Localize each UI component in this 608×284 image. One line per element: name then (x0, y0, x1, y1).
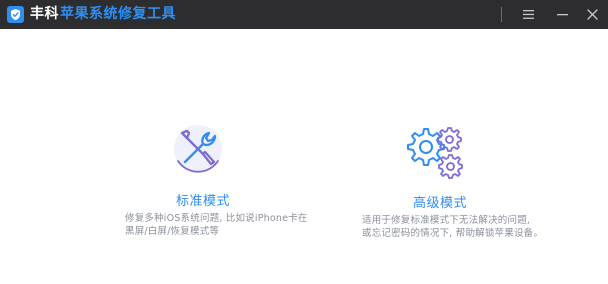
gears-icon (407, 127, 463, 179)
menu-button[interactable] (513, 0, 543, 29)
app-brand-name: 丰科 (30, 6, 59, 22)
app-window: 丰科苹果系统修复工具 标准模式 修复多种iOS系统问题, 比如说iPhone卡在… (0, 0, 608, 284)
advanced-mode-description: 适用于修复标准模式下无法解决的问题, 或忘记密码的情况下, 帮助解锁苹果设备。 (362, 214, 543, 240)
close-button[interactable] (577, 0, 607, 29)
advanced-mode-desc-line2: 或忘记密码的情况下, 帮助解锁苹果设备。 (362, 228, 544, 239)
close-icon (586, 9, 598, 20)
shield-logo-icon (7, 6, 24, 23)
title-bar[interactable]: 丰科苹果系统修复工具 (0, 0, 608, 29)
standard-mode-desc-line1: 修复多种iOS系统问题, 比如说iPhone卡在 (125, 213, 308, 224)
minimize-icon (556, 14, 568, 16)
hamburger-menu-icon (522, 10, 534, 19)
standard-mode-title: 标准模式 (176, 194, 231, 209)
app-title: 丰科苹果系统修复工具 (30, 5, 176, 24)
standard-mode-desc-line2: 黑屏/白屏/恢复模式等 (125, 226, 220, 237)
titlebar-divider (501, 7, 502, 22)
advanced-mode-desc-line1: 适用于修复标准模式下无法解决的问题, (362, 215, 531, 226)
advanced-mode-title: 高级模式 (413, 196, 468, 211)
standard-mode-description: 修复多种iOS系统问题, 比如说iPhone卡在 黑屏/白屏/恢复模式等 (125, 212, 308, 238)
app-product-name: 苹果系统修复工具 (60, 6, 176, 22)
advanced-mode-card[interactable]: 高级模式 适用于修复标准模式下无法解决的问题, 或忘记密码的情况下, 帮助解锁苹… (358, 119, 548, 249)
main-content: 标准模式 修复多种iOS系统问题, 比如说iPhone卡在 黑屏/白屏/恢复模式… (0, 29, 608, 284)
minimize-button[interactable] (547, 0, 577, 29)
standard-mode-card[interactable]: 标准模式 修复多种iOS系统问题, 比如说iPhone卡在 黑屏/白屏/恢复模式… (118, 117, 307, 237)
tools-icon (174, 125, 222, 173)
